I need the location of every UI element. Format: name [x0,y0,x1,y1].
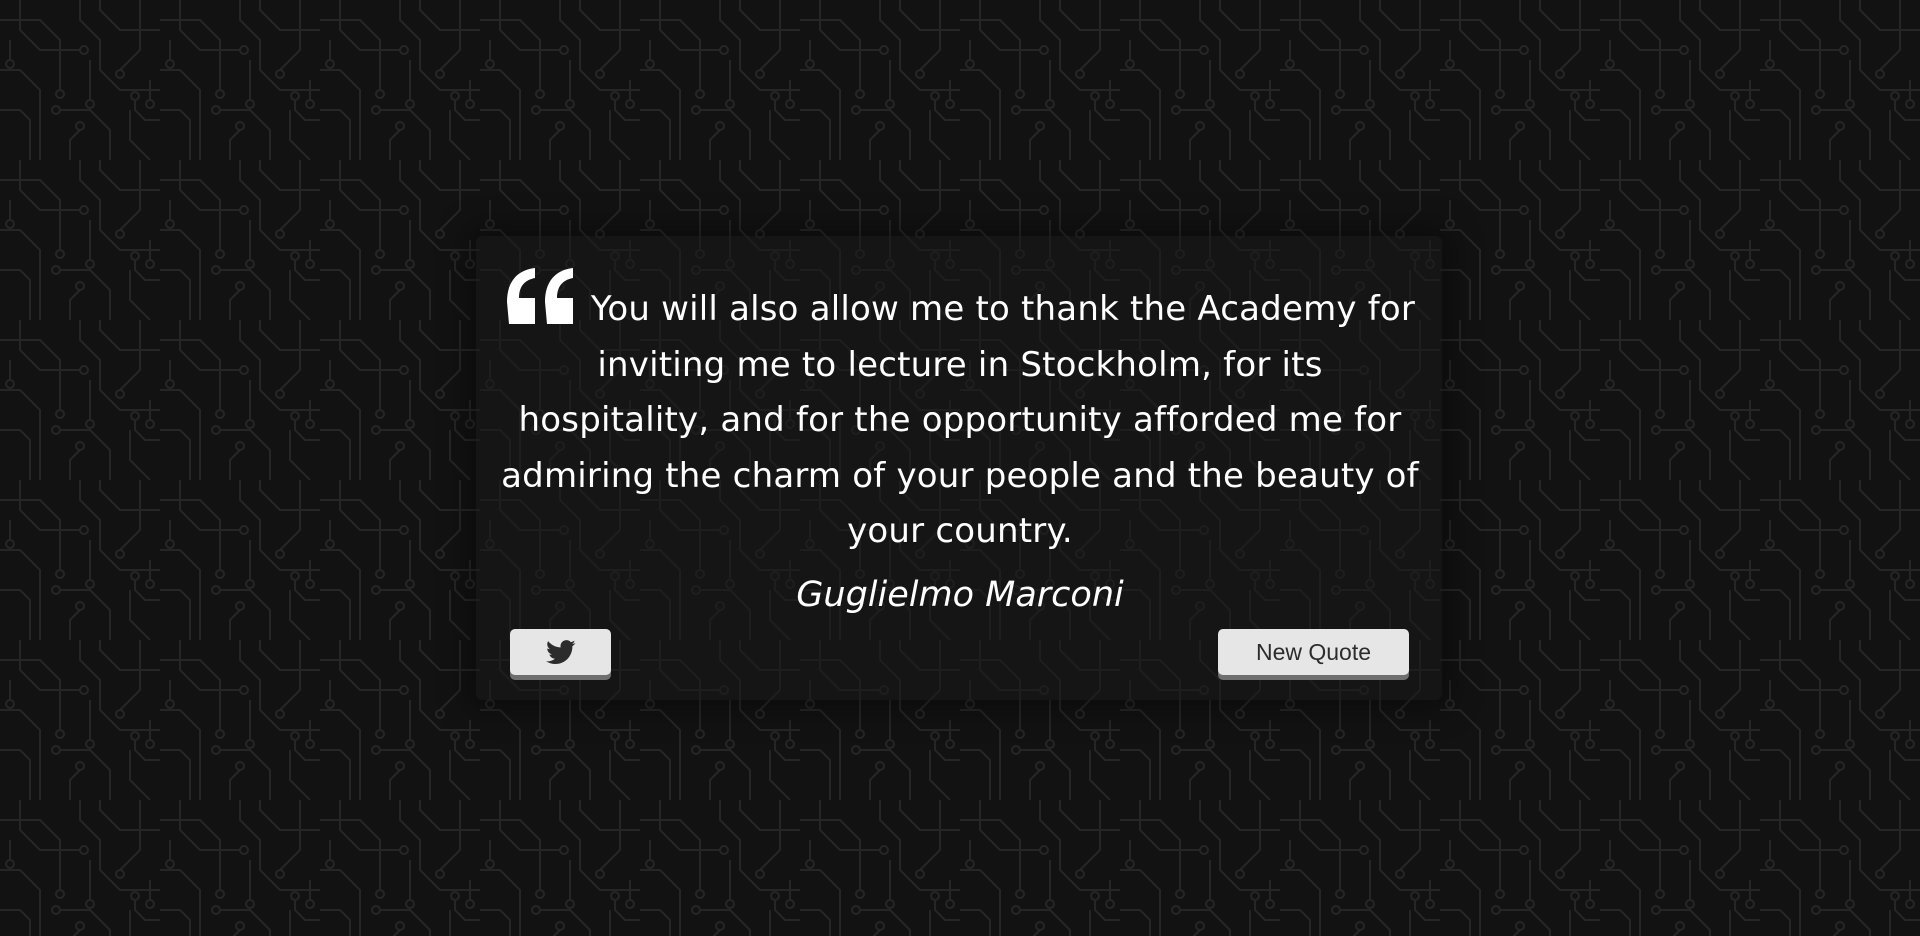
new-quote-button[interactable]: New Quote [1218,629,1409,675]
quote-text: You will also allow me to thank the Acad… [501,289,1419,551]
tweet-button[interactable] [510,629,611,675]
quote-block: You will also allow me to thank the Acad… [500,268,1420,560]
quote-author: Guglielmo Marconi [796,575,1124,615]
twitter-icon [545,639,575,664]
quote-left-icon [506,268,573,324]
